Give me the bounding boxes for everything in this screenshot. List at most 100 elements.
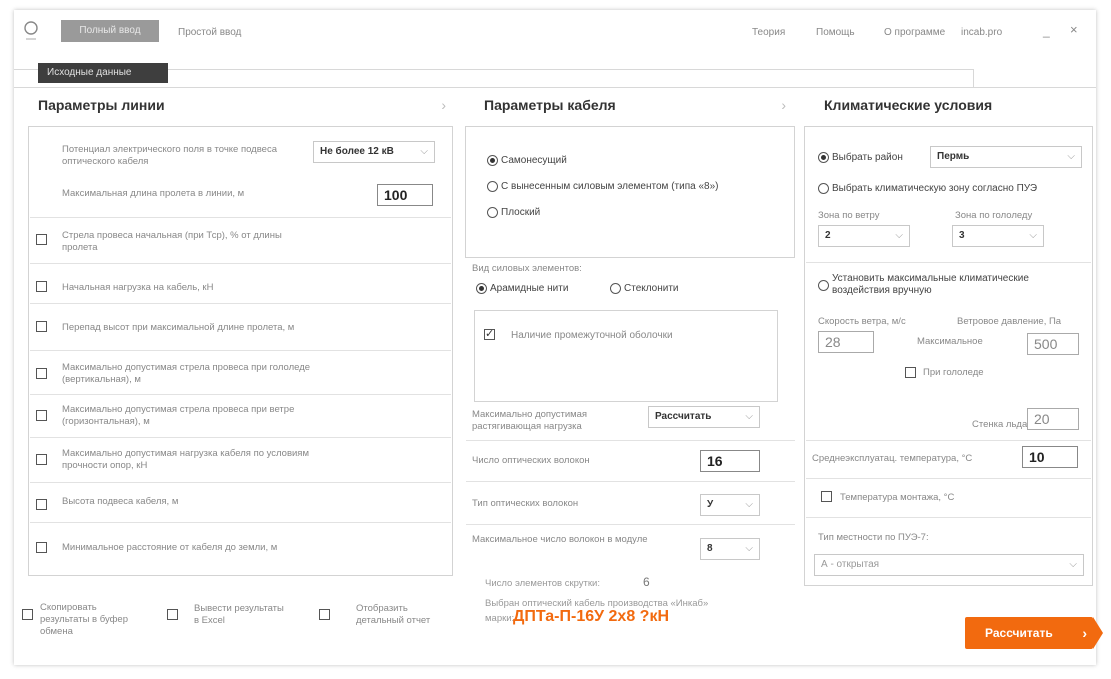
radio-choose-zone[interactable] [818,183,829,194]
checkbox-height-diff[interactable] [36,321,47,332]
col1-title: Параметры линии [38,97,165,113]
checkbox-detailed-report[interactable] [319,609,330,620]
separator [30,217,451,218]
sag-wind-label: Максимально допустимая стрела провеса пр… [62,404,295,427]
strength-elements-label: Вид силовых элементов: [472,263,582,274]
checkbox-install-temp[interactable] [821,491,832,502]
intermediate-sheath-panel [474,310,778,402]
chevron-right-icon: › [781,97,786,113]
ice-label: При гололеде [923,367,984,378]
cable-mark-label: марки: [485,613,515,624]
fibers-label: Число оптических волокон [472,455,590,466]
flat-label: Плоский [501,207,541,218]
module-fibers-label: Максимальное число волокон в модуле [472,534,648,545]
install-temp-label: Температура монтажа, °С [840,492,955,503]
fiber-type-select[interactable]: У ⌵ [700,494,760,516]
logo-icon [24,21,38,40]
checkbox-cable-height[interactable] [36,499,47,510]
radio-figure8[interactable] [487,181,498,192]
copy-clipboard-label: Скопировать результаты в буфер обмена [40,602,128,637]
wind-zone-label: Зона по ветру [818,210,880,221]
region-select[interactable]: Пермь ⌵ [930,146,1082,168]
menu-site-link[interactable]: incab.pro [961,27,1002,38]
col1-header[interactable]: Параметры линии › [14,88,458,122]
wind-zone-value: 2 [825,230,831,241]
ground-distance-label: Минимальное расстояние от кабеля до земл… [62,542,278,553]
calculate-label: Рассчитать [985,626,1053,640]
checkbox-initial-sag[interactable] [36,234,47,245]
manual-climate-label: Установить максимальные климатические во… [832,273,1029,296]
checkbox-ice[interactable] [905,367,916,378]
export-excel-label: Вывести результаты в Excel [194,603,284,626]
radio-glass[interactable] [610,283,621,294]
calculate-button[interactable]: Рассчитать › [965,617,1103,649]
checkbox-ground-distance[interactable] [36,542,47,553]
radio-choose-region[interactable] [818,152,829,163]
tension-select[interactable]: Рассчитать ⌵ [648,406,760,428]
choose-zone-label: Выбрать климатическую зону согласно ПУЭ [832,183,1038,194]
potential-value: Не более 12 кВ [320,146,394,157]
tab-full-input[interactable]: Полный ввод [61,20,159,42]
minimize-button[interactable]: _ [1043,24,1050,38]
terrain-select[interactable]: А - открытая ⌵ [814,554,1084,576]
wind-pressure-label: Ветровое давление, Па [957,316,1062,327]
menu-about[interactable]: О программе [884,27,945,38]
cable-mark-value: ДПТа-П-16У 2х8 ?кН [513,608,669,625]
chevron-down-icon: ⌵ [745,411,753,422]
terrain-value: А - открытая [821,559,880,570]
chevron-down-icon: ⌵ [895,230,903,241]
separator [30,522,451,523]
twist-elements-value: 6 [643,575,650,589]
potential-select[interactable]: Не более 12 кВ ⌵ [313,141,435,163]
checkbox-export-excel[interactable] [167,609,178,620]
radio-self-supporting[interactable] [487,155,498,166]
fibers-input[interactable]: 16 [700,450,760,472]
max-span-input[interactable]: 100 [377,184,433,206]
wind-zone-select[interactable]: 2 ⌵ [818,225,910,247]
separator [466,440,795,441]
twist-elements-label: Число элементов скрутки: [485,578,600,589]
tab-simple-input[interactable]: Простой ввод [178,27,241,38]
wind-speed-input[interactable]: 28 [818,331,874,353]
separator [466,481,795,482]
module-fibers-select[interactable]: 8 ⌵ [700,538,760,560]
choose-region-label: Выбрать район [832,152,903,163]
tension-label: Максимально допустимая растягивающая наг… [472,409,588,432]
separator [806,517,1091,518]
menu-theory[interactable]: Теория [752,27,785,38]
ice-wall-input[interactable]: 20 [1027,408,1079,430]
initial-sag-label: Стрела провеса начальная (при Тср), % от… [62,230,282,253]
checkbox-support-load[interactable] [36,454,47,465]
avg-temp-label: Среднеэксплуатац. температура, °С [812,453,973,464]
separator [30,350,451,351]
menu-help[interactable]: Помощь [816,27,855,38]
max-pressure-input[interactable]: 500 [1027,333,1079,355]
self-supporting-label: Самонесущий [501,155,567,166]
separator [466,524,795,525]
separator [30,394,451,395]
checkbox-sag-ice[interactable] [36,368,47,379]
ice-zone-select[interactable]: 3 ⌵ [952,225,1044,247]
col2-header[interactable]: Параметры кабеля › [460,88,798,122]
ice-zone-value: 3 [959,230,965,241]
radio-aramid[interactable] [476,283,487,294]
avg-temp-input[interactable]: 10 [1022,446,1078,468]
checkbox-sag-wind[interactable] [36,410,47,421]
checkbox-initial-load[interactable] [36,281,47,292]
chevron-down-icon: ⌵ [745,499,753,510]
initial-load-label: Начальная нагрузка на кабель, кН [62,282,214,293]
height-diff-label: Перепад высот при максимальной длине про… [62,322,295,333]
checkbox-copy-clipboard[interactable] [22,609,33,620]
radio-flat[interactable] [487,207,498,218]
close-button[interactable]: × [1070,22,1078,37]
intermediate-sheath-label: Наличие промежуточной оболочки [511,330,673,341]
region-value: Пермь [937,151,970,162]
radio-manual-climate[interactable] [818,280,829,291]
tab-divider-end [973,69,974,87]
terrain-label: Тип местности по ПУЭ-7: [818,532,929,543]
source-data-tab[interactable]: Исходные данные [38,63,168,83]
col3-header[interactable]: Климатические условия [800,88,1096,122]
wind-speed-label: Скорость ветра, м/с [818,316,906,327]
checkbox-intermediate-sheath[interactable] [484,327,495,340]
chevron-down-icon: ⌵ [1067,151,1075,162]
